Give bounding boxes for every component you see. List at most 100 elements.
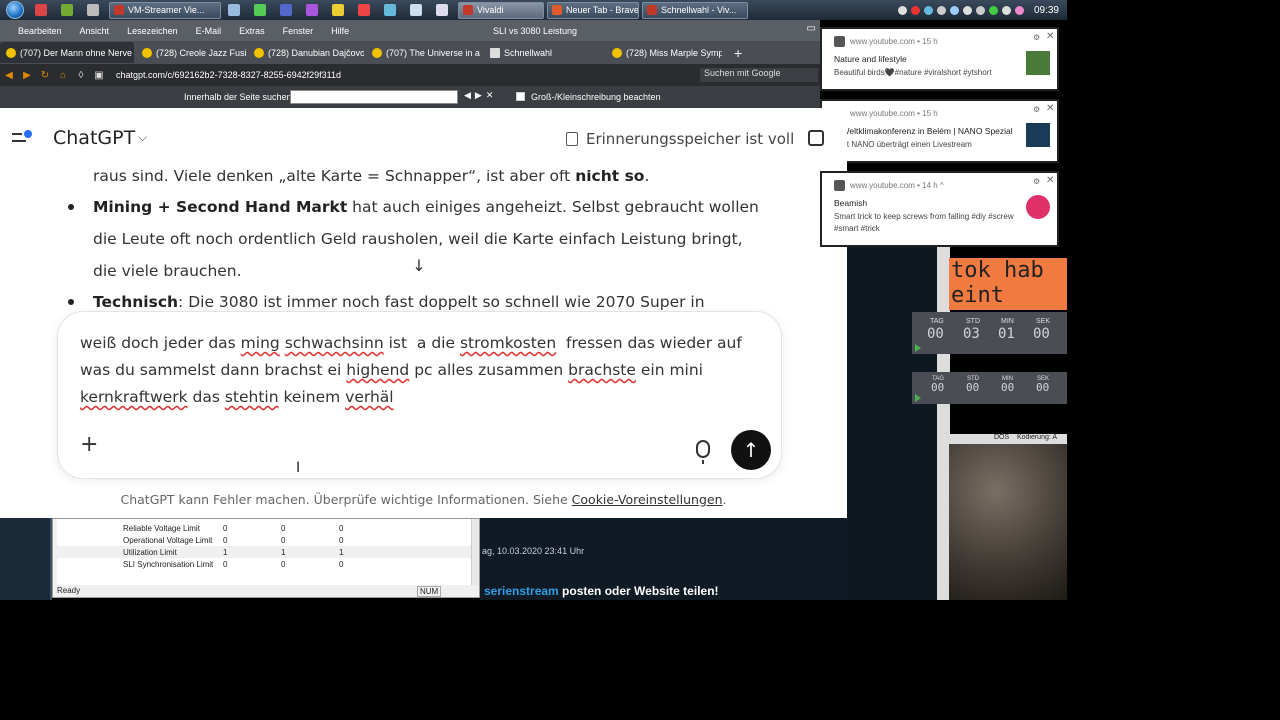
find-next-icon[interactable]: ▶ [475, 90, 482, 104]
app-icon[interactable] [280, 4, 292, 16]
app-icon[interactable] [358, 4, 370, 16]
menu-item-ansicht[interactable]: Ansicht [80, 26, 110, 36]
menu-item-fenster[interactable]: Fenster [283, 26, 314, 36]
tab[interactable]: (728) Miss Marple Symphor [606, 42, 722, 63]
tray-icon[interactable] [1014, 5, 1024, 15]
taskbar-app[interactable]: Neuer Tab - Brave [547, 1, 639, 19]
composer-line: was du sammelst dann brachst ei highend … [80, 361, 703, 379]
lock-icon: ▣ [94, 69, 104, 81]
send-button[interactable]: ↑ [731, 430, 771, 470]
url-field[interactable]: chatgpt.com/c/692162b2-7328-8327-8255-69… [116, 70, 341, 80]
countdown-timer: TAG STD MIN SEK 00 03 01 00 [912, 312, 1067, 354]
assistant-message: raus sind. Viele denken „alte Karte = Sc… [0, 167, 847, 320]
tab[interactable]: (728) Danubian Dajčovo Ho [248, 42, 364, 63]
tab[interactable]: Schnellwahl [484, 42, 604, 63]
home-icon[interactable]: ⌂ [54, 70, 72, 81]
menubar: Bearbeiten Ansicht Lesezeichen E-Mail Ex… [0, 20, 820, 41]
chevron-down-icon[interactable]: ⌵ [138, 130, 147, 145]
message-composer[interactable]: weiß doch jeder das ming schwachsinn ist… [57, 311, 782, 479]
menu-item-hilfe[interactable]: Hilfe [331, 26, 349, 36]
notification-source: www.youtube.com • 15 h [850, 37, 938, 46]
app-icon[interactable] [306, 4, 318, 16]
find-controls: ◀ ▶ ✕ [464, 90, 512, 104]
sidebar-toggle-icon[interactable] [12, 130, 34, 146]
tray-icon[interactable] [923, 5, 933, 15]
app-icon[interactable] [384, 4, 396, 16]
sli-window: Reliable Voltage Limit 0 0 0 Operational… [52, 518, 480, 598]
tray-icon[interactable] [897, 5, 907, 15]
menu-item-email[interactable]: E-Mail [196, 26, 222, 36]
message-line: die viele brauchen. [93, 262, 242, 280]
cookie-settings-link[interactable]: Cookie-Voreinstellungen [572, 492, 723, 507]
tab-favicon [254, 47, 264, 58]
tray-icon[interactable] [949, 5, 959, 15]
tab[interactable]: (707) The Universe in a Sing [366, 42, 482, 63]
taskbar-app[interactable]: VM-Streamer Vie... [109, 1, 221, 19]
stream-link[interactable]: serienstream [484, 584, 559, 598]
tray-icon[interactable] [975, 5, 985, 15]
notification-thumbnail [1026, 51, 1050, 75]
find-label: Innerhalb der Seite suchen: [184, 92, 295, 102]
taskbar-app[interactable]: Vivaldi [458, 1, 544, 19]
reload-icon[interactable]: ↻ [36, 70, 54, 81]
tray-icon[interactable] [910, 5, 920, 15]
app-icon[interactable] [228, 4, 240, 16]
taskbar-app[interactable]: Schnellwahl - Viv... [642, 1, 748, 19]
menu-item-extras[interactable]: Extras [239, 26, 265, 36]
table-row: Reliable Voltage Limit 0 0 0 [123, 524, 344, 533]
new-tab-button[interactable]: + [734, 45, 742, 61]
notification[interactable]: www.youtube.com • 15 h ⚙ ✕ Nature and li… [820, 27, 1059, 91]
app-icon[interactable] [410, 4, 422, 16]
microphone-icon[interactable] [696, 440, 710, 464]
app-icon [463, 5, 473, 15]
minimize-button[interactable]: ▭ [807, 23, 816, 34]
back-icon[interactable]: ◀ [0, 70, 18, 81]
find-close-icon[interactable]: ✕ [486, 90, 494, 104]
search-field[interactable]: Suchen mit Google [700, 68, 818, 82]
tab-favicon [142, 47, 152, 58]
close-icon[interactable]: ✕ [1046, 31, 1054, 42]
notification[interactable]: www.youtube.com • 15 h ⚙ ✕ ● Weltklimako… [820, 99, 1059, 163]
notification-thumbnail [1026, 123, 1050, 147]
table-row: SLI Synchronisation Limit 0 0 0 [123, 560, 344, 569]
play-icon[interactable] [915, 344, 921, 352]
model-selector[interactable]: ChatGPT [53, 127, 135, 149]
close-icon[interactable]: ✕ [1046, 175, 1054, 186]
new-chat-icon[interactable] [808, 130, 824, 146]
forward-icon[interactable]: ▶ [18, 70, 36, 81]
gear-icon[interactable]: ⚙ [1033, 177, 1040, 186]
tab[interactable]: (728) Creole Jazz Fusion • D [136, 42, 246, 63]
app-icon[interactable] [61, 4, 73, 16]
add-attachment-button[interactable]: + [80, 434, 98, 456]
tab-bar: (707) Der Mann ohne Nerve (728) Creole J… [0, 41, 820, 64]
menu-item-bearbeiten[interactable]: Bearbeiten [18, 26, 62, 36]
tab-favicon [372, 47, 382, 58]
app-icon[interactable] [254, 4, 266, 16]
tray-icon[interactable] [988, 5, 998, 15]
app-icon[interactable] [332, 4, 344, 16]
scroll-down-arrow-icon[interactable]: ↓ [408, 256, 430, 278]
app-icon[interactable] [436, 4, 448, 16]
memory-notice[interactable]: Erinnerungsspeicher ist voll [566, 130, 794, 148]
start-button[interactable] [6, 1, 24, 19]
find-prev-icon[interactable]: ◀ [464, 90, 471, 104]
tab[interactable]: (707) Der Mann ohne Nerve [0, 42, 134, 63]
tray-icon[interactable] [962, 5, 972, 15]
tray-icon[interactable] [1001, 5, 1011, 15]
app-icon[interactable] [87, 4, 99, 16]
case-checkbox[interactable] [516, 92, 525, 101]
notification[interactable]: www.youtube.com • 14 h ^ ⚙ ✕ Beamish Sma… [820, 171, 1059, 247]
find-input[interactable] [290, 90, 458, 104]
menu-item-lesezeichen[interactable]: Lesezeichen [127, 26, 178, 36]
shield-icon[interactable]: ◊ [72, 70, 90, 81]
scrollbar[interactable] [471, 519, 479, 585]
app-icon[interactable] [35, 4, 47, 16]
close-icon[interactable]: ✕ [1046, 103, 1054, 114]
table-row: Operational Voltage Limit 0 0 0 [123, 536, 344, 545]
clock[interactable]: 09:39 [1034, 5, 1059, 16]
tray-icon[interactable] [936, 5, 946, 15]
background-window [847, 245, 947, 600]
play-icon[interactable] [915, 394, 921, 402]
gear-icon[interactable]: ⚙ [1033, 105, 1040, 114]
gear-icon[interactable]: ⚙ [1033, 33, 1040, 42]
